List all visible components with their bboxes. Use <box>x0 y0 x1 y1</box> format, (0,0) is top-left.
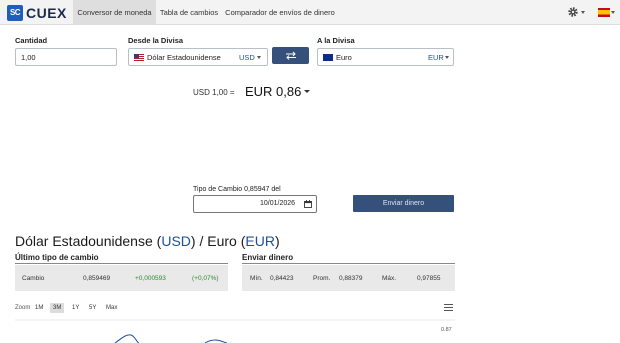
pair-base-code-link[interactable]: USD <box>161 233 191 249</box>
chart-menu-icon[interactable] <box>444 304 453 312</box>
tab-exchange-rates-table[interactable]: Tabla de cambios <box>158 0 220 25</box>
max-value: 0,97855 <box>417 275 441 282</box>
result-chevron-down-icon[interactable] <box>304 90 310 93</box>
gear-icon[interactable] <box>567 6 579 18</box>
last-rate-header: Último tipo de cambio <box>15 253 228 264</box>
to-currency-label: A la Divisa <box>317 36 355 45</box>
current-rate-value: 0,859469 <box>83 275 111 282</box>
from-currency-select[interactable]: Dólar Estadounidense USD <box>128 48 268 66</box>
logo-mark: SC <box>7 4 23 21</box>
chart-y-tick: 0.87 <box>441 327 452 333</box>
date-input[interactable]: 10/01/2026 <box>193 195 317 213</box>
send-money-button[interactable]: Enviar dinero <box>353 195 454 212</box>
to-currency-select[interactable]: Euro EUR <box>317 48 454 66</box>
to-currency-code: EUR <box>428 53 444 62</box>
zoom-3m-button[interactable]: 3M <box>50 303 65 313</box>
settings-chevron-down-icon[interactable] <box>581 11 585 14</box>
min-label: Mín. <box>250 275 263 282</box>
amount-input[interactable]: 1,00 <box>15 48 117 66</box>
change-absolute-value: +0,000593 <box>135 275 166 282</box>
from-currency-code: USD <box>239 53 255 62</box>
pair-title: Dólar Estadounidense (USD) / Euro (EUR) <box>15 233 280 249</box>
avg-label: Prom. <box>313 275 331 282</box>
flag-es-icon[interactable] <box>598 8 610 17</box>
change-label: Cambio <box>22 275 45 282</box>
change-percent-value: (+0,07%) <box>192 275 219 282</box>
tab-money-transfer-comparator[interactable]: Comparador de envíos de dinero <box>224 0 336 25</box>
exchange-rate-label: Tipo de Cambio 0,85947 del <box>193 186 281 193</box>
zoom-label: Zoom <box>15 305 31 311</box>
from-currency-name: Dólar Estadounidense <box>147 53 221 62</box>
zoom-1m-button[interactable]: 1M <box>32 303 46 313</box>
logo-text: CUEX <box>26 4 67 21</box>
flag-eu-icon <box>323 54 333 61</box>
tab-currency-converter[interactable]: Conversor de moneda <box>73 0 156 25</box>
language-chevron-down-icon[interactable] <box>611 11 615 14</box>
rate-line-segment <box>114 334 140 343</box>
pair-quote-name: Euro <box>207 233 237 249</box>
zoom-5y-button[interactable]: 5Y <box>86 303 99 313</box>
pair-base-name: Dólar Estadounidense <box>15 233 153 249</box>
rate-history-chart <box>15 319 455 343</box>
avg-value: 0,88379 <box>339 275 363 282</box>
chevron-down-icon <box>445 56 449 59</box>
swap-currencies-button[interactable] <box>272 47 309 64</box>
result-to-value: EUR 0,86 <box>245 84 302 99</box>
send-money-header: Enviar dinero <box>242 253 455 264</box>
amount-label: Cantidad <box>15 36 48 45</box>
result-from: USD 1,00 = <box>193 88 235 97</box>
amount-value: 1,00 <box>21 53 36 62</box>
zoom-1y-button[interactable]: 1Y <box>69 303 82 313</box>
cuex-logo[interactable]: SC CUEX <box>7 4 67 21</box>
flag-us-icon <box>134 54 144 61</box>
top-navigation-bar: SC CUEX Conversor de moneda Tabla de cam… <box>0 0 620 25</box>
zoom-max-button[interactable]: Max <box>103 303 120 313</box>
to-currency-name: Euro <box>336 53 352 62</box>
swap-arrows-icon <box>285 51 296 60</box>
max-label: Máx. <box>382 275 397 282</box>
pair-quote-code-link[interactable]: EUR <box>245 233 275 249</box>
date-value: 10/01/2026 <box>260 200 296 207</box>
result-to-select[interactable]: EUR 0,86 <box>245 84 301 99</box>
chevron-down-icon <box>257 56 261 59</box>
from-currency-label: Desde la Divisa <box>128 36 184 45</box>
min-value: 0,84423 <box>270 275 294 282</box>
calendar-icon[interactable] <box>304 200 312 208</box>
